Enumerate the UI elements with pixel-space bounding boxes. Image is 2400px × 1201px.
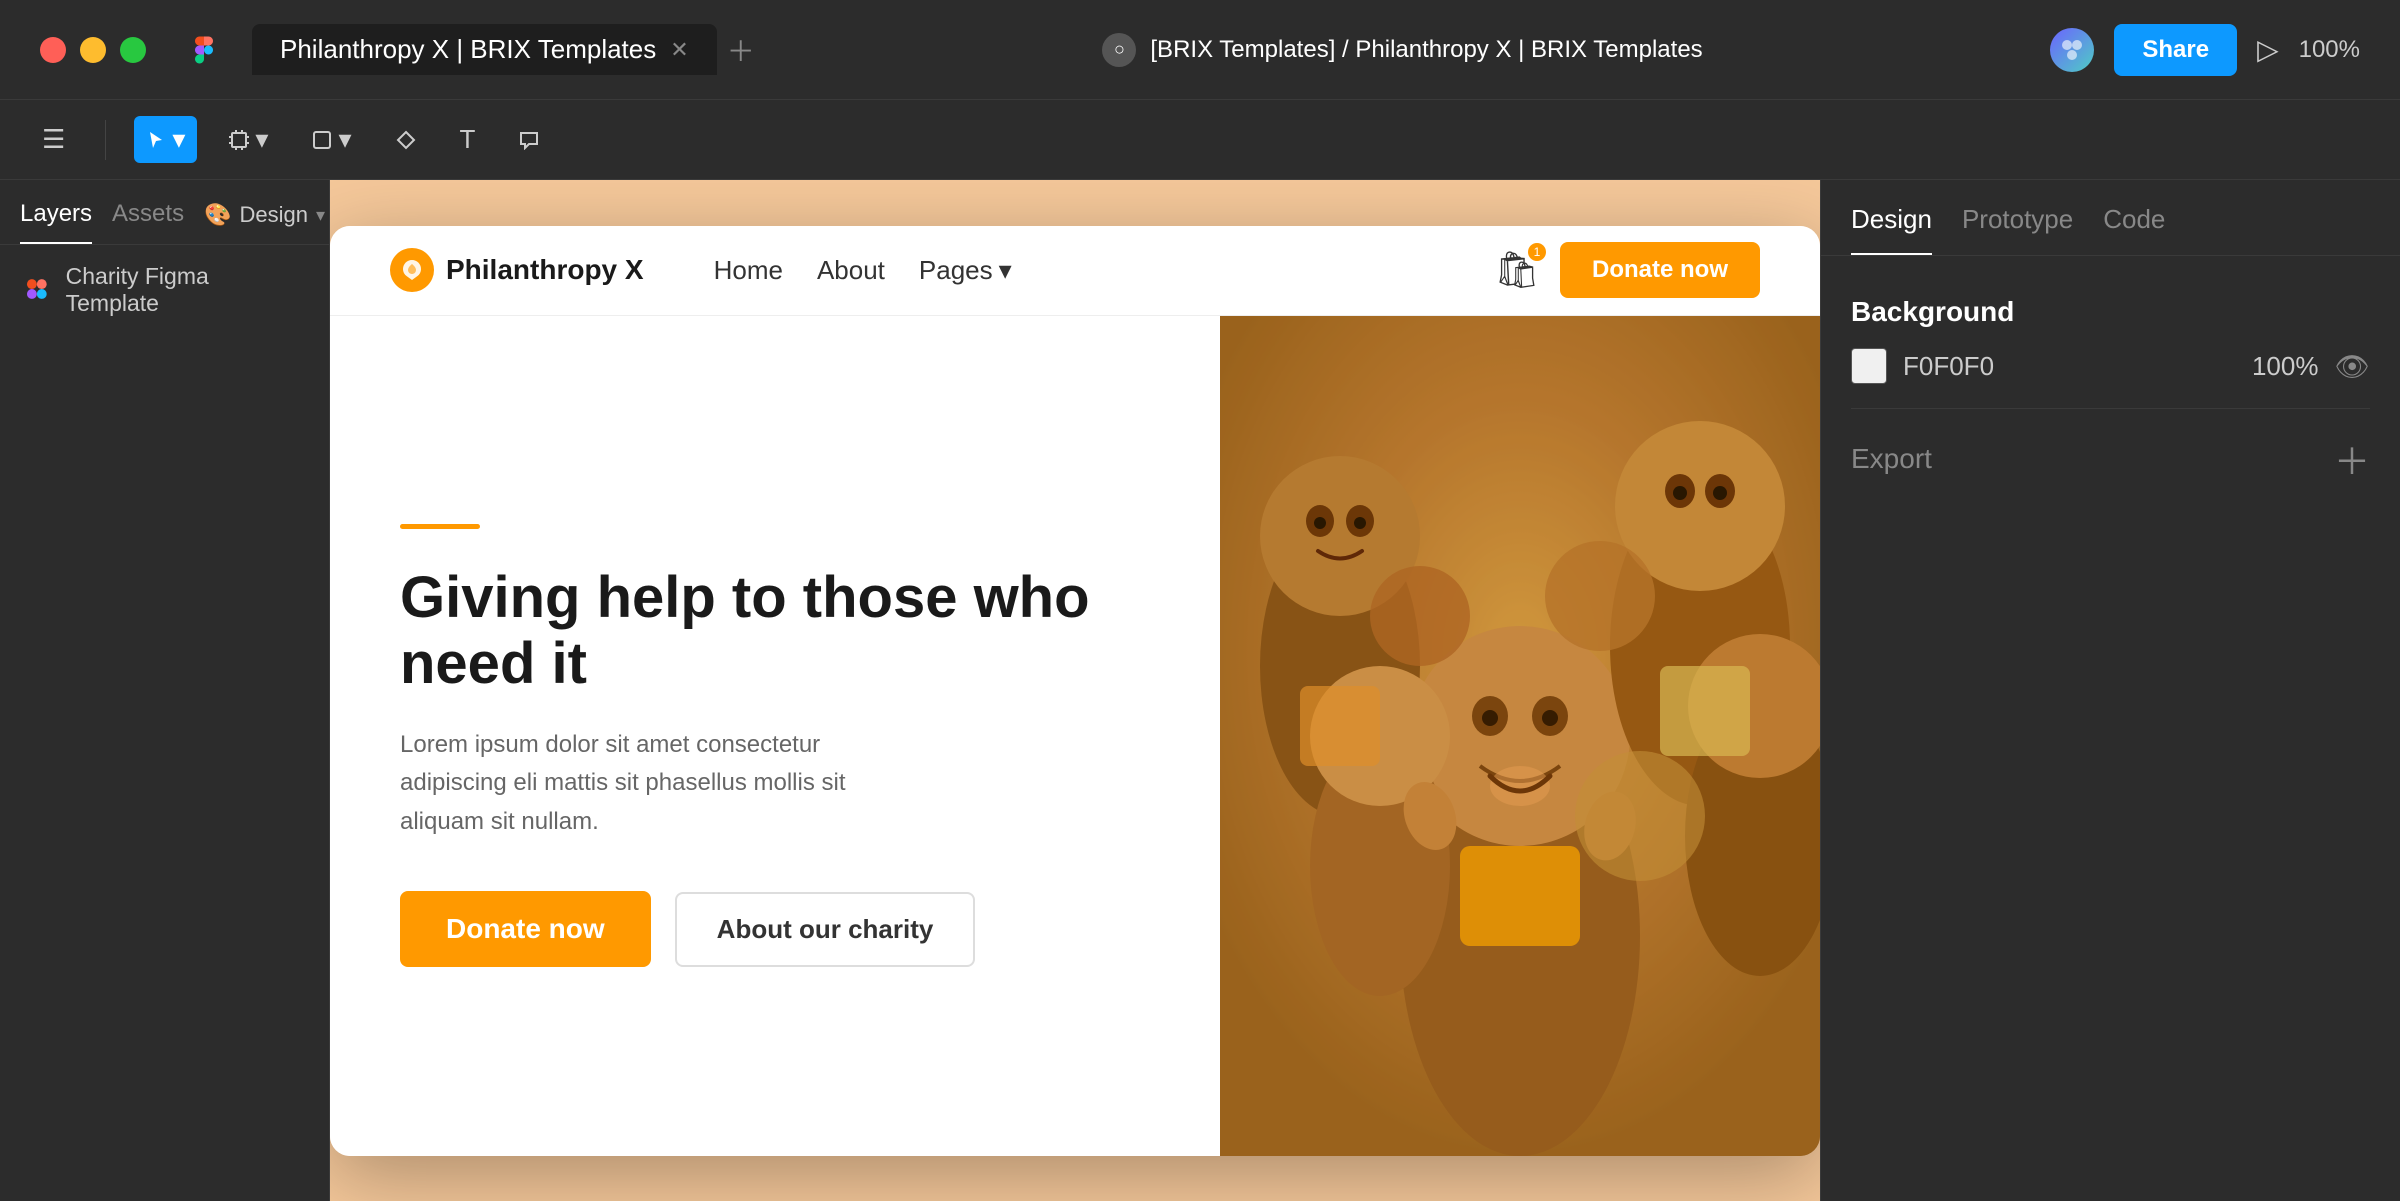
layers-tab[interactable]: Layers [20,200,92,244]
tab-label: Philanthropy X | BRIX Templates [280,34,656,65]
hero-left: Giving help to those who need it Lorem i… [330,316,1220,1156]
site-nav: Philanthropy X Home About Pages ▾ 🛍 1 Do… [330,226,1820,316]
right-panel-tabs: Design Prototype Code [1821,180,2400,256]
breadcrumb-user: [BRIX Templates] [1150,36,1335,63]
design-indicator: 🎨 [204,202,231,228]
text-tool[interactable]: T [448,116,488,163]
assets-tab[interactable]: Assets [112,200,184,244]
left-panel: Layers Assets 🎨 Design ▾ Charity Figma T… [0,180,330,1201]
hero-buttons: Donate now About our charity [400,891,1150,967]
visibility-eye-icon[interactable]: 👁 [2334,350,2370,383]
site-logo: Philanthropy X [390,248,644,292]
canvas-area[interactable]: Philanthropy X Home About Pages ▾ 🛍 1 Do… [330,180,1820,1201]
hero-subtitle: Lorem ipsum dolor sit amet consectetur a… [400,726,920,841]
breadcrumb-sep: / [1342,36,1349,63]
user-avatar-icon: ○ [1102,33,1136,67]
charity-hero-button[interactable]: About our charity [675,892,976,967]
hero-right [1220,316,1820,1156]
right-panel-content: Background F0F0F0 100% 👁 Export ＋ [1821,256,2400,515]
donate-nav-button[interactable]: Donate now [1560,242,1760,298]
site-nav-links: Home About Pages ▾ [714,255,1012,286]
logo-text: Philanthropy X [446,254,644,286]
layer-label: Charity Figma Template [66,263,305,317]
breadcrumb: [BRIX Templates] / Philanthropy X | BRIX… [1150,36,1702,64]
toolbar: ☰ ▾ ▾ ▾ T [0,100,2400,180]
nav-about[interactable]: About [817,255,885,286]
frame-chevron: ▾ [255,124,268,155]
prototype-tab[interactable]: Prototype [1962,204,2073,255]
shape-chevron: ▾ [338,124,351,155]
nav-right: 🛍 1 Donate now [1494,242,1760,298]
background-section-title: Background [1851,296,2370,328]
nav-home[interactable]: Home [714,255,783,286]
figma-layers-icon [24,276,52,304]
menu-button[interactable]: ☰ [30,116,77,163]
tab-close-icon[interactable]: ✕ [670,37,688,63]
cart-container: 🛍 1 [1494,249,1540,291]
select-chevron: ▾ [172,124,185,155]
new-tab-button[interactable]: ＋ [727,30,755,70]
design-label: Design [239,202,307,228]
zoom-level[interactable]: 100% [2299,36,2360,64]
topbar-right: Share ▷ 100% [2050,24,2360,76]
background-color-swatch[interactable] [1851,348,1887,384]
pen-tool[interactable] [384,122,428,158]
hero-title: Giving help to those who need it [400,565,1150,698]
background-opacity-value[interactable]: 100% [2252,351,2319,382]
tab-bar: Philanthropy X | BRIX Templates ✕ ＋ [252,24,755,75]
donate-hero-button[interactable]: Donate now [400,891,651,967]
comment-tool[interactable] [507,122,551,158]
section-divider [1851,408,2370,409]
maximize-button[interactable] [120,37,146,63]
logo-icon [390,248,434,292]
right-panel: Design Prototype Code Background F0F0F0 … [1820,180,2400,1201]
export-label: Export [1851,443,1932,475]
select-tool[interactable]: ▾ [134,116,197,163]
pages-chevron: ▾ [999,255,1012,286]
collaborator-avatar [2050,28,2094,72]
main-layout: Layers Assets 🎨 Design ▾ Charity Figma T… [0,180,2400,1201]
shape-tool[interactable]: ▾ [300,116,363,163]
design-canvas: Philanthropy X Home About Pages ▾ 🛍 1 Do… [330,226,1820,1156]
close-button[interactable] [40,37,66,63]
breadcrumb-project: Philanthropy X | BRIX Templates [1355,36,1702,63]
frame-tool[interactable]: ▾ [217,116,280,163]
left-panel-tabs: Layers Assets 🎨 Design ▾ [0,180,329,245]
cart-badge: 1 [1528,243,1546,261]
design-tab[interactable]: Design [1851,204,1932,255]
code-tab[interactable]: Code [2103,204,2165,255]
play-button[interactable]: ▷ [2257,33,2279,66]
active-tab[interactable]: Philanthropy X | BRIX Templates ✕ [252,24,717,75]
layer-item-charity[interactable]: Charity Figma Template [0,245,329,335]
background-color-row: F0F0F0 100% 👁 [1851,348,2370,384]
background-color-value[interactable]: F0F0F0 [1903,351,2236,382]
export-add-button[interactable]: ＋ [2334,433,2370,485]
breadcrumb-center: ○ [BRIX Templates] / Philanthropy X | BR… [775,33,2031,67]
share-button[interactable]: Share [2114,24,2237,76]
toolbar-separator [105,120,106,160]
site-hero: Giving help to those who need it Lorem i… [330,316,1820,1156]
hero-accent-line [400,524,480,529]
figma-icon [186,32,222,68]
design-chevron: ▾ [316,205,325,226]
hero-image [1220,316,1820,1156]
export-row: Export ＋ [1851,433,2370,485]
hero-photo-svg [1220,316,1820,1156]
top-bar: Philanthropy X | BRIX Templates ✕ ＋ ○ [B… [0,0,2400,100]
nav-pages[interactable]: Pages ▾ [919,255,1012,286]
traffic-lights [40,37,146,63]
minimize-button[interactable] [80,37,106,63]
